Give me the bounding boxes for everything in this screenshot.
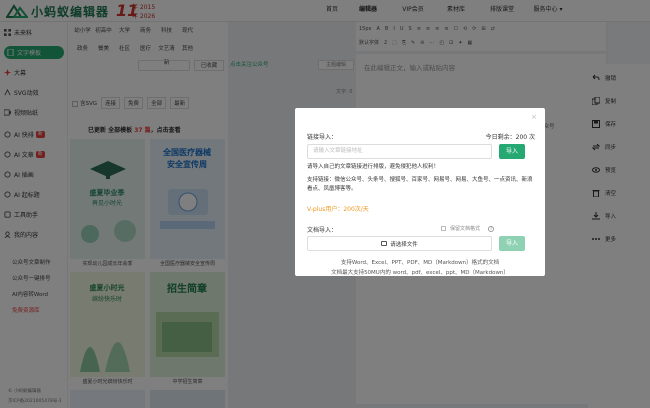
copyright-notice: 请导入自己的文章链接进行排版，避免侵犯他人权利！ xyxy=(307,164,440,170)
close-icon[interactable]: × xyxy=(531,113,537,121)
choose-file-button[interactable]: 请选择文件 xyxy=(307,236,492,251)
article-link-input[interactable]: 请输入文章链接地址 xyxy=(307,144,492,159)
link-import-label: 链接导入： xyxy=(307,134,338,141)
help-icon[interactable]: ? xyxy=(488,225,495,232)
keep-format-label: 保留文档格式 xyxy=(450,226,481,232)
checkbox-icon xyxy=(441,226,446,231)
quota-remaining: 今日剩余：200 次 xyxy=(485,134,535,141)
keep-format-checkbox[interactable]: 保留文档格式 ? xyxy=(441,225,495,232)
doc-import-button[interactable]: 导入 xyxy=(499,236,525,251)
supported-sources: 支持链接：微信公众号、头条号、搜狐号、百家号、网易号、网易、大鱼号、一点资讯、新… xyxy=(307,177,533,192)
choose-file-label: 请选择文件 xyxy=(390,241,418,248)
supported-formats: 支持Word、Excel、PPT、PDF、MD（Markdown）格式的文档 xyxy=(340,260,500,266)
folder-icon xyxy=(381,241,388,246)
import-dialog: × 链接导入： 今日剩余：200 次 请输入文章链接地址 导入 请导入自己的文章… xyxy=(295,108,545,276)
doc-import-label: 文档导入： xyxy=(307,227,338,234)
vplus-quota: V-plus用户：200次/天 xyxy=(307,206,369,213)
max-file-size: 文档最大支持50MU内的 word、pdf、excel、ppt、MD（Markd… xyxy=(331,270,509,276)
link-import-button[interactable]: 导入 xyxy=(499,144,525,159)
